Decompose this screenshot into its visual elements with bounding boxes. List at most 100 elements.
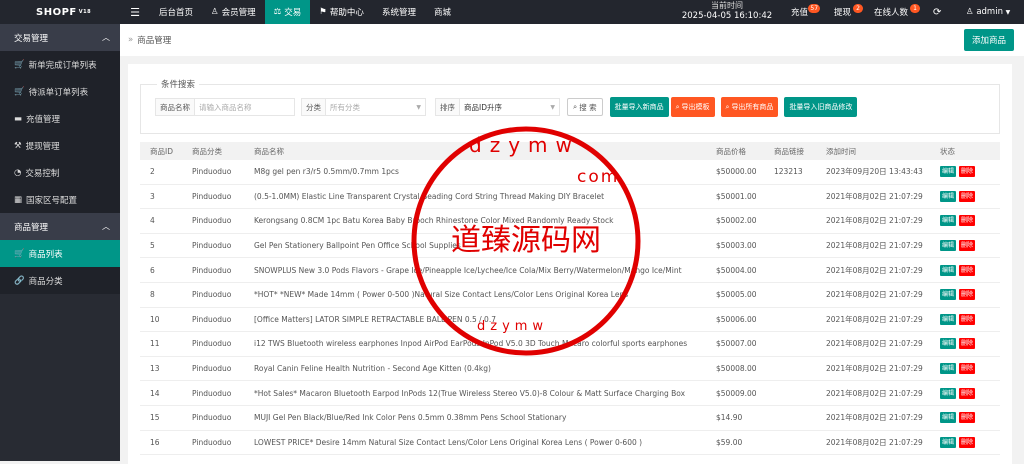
col-header-price: 商品价格 — [716, 146, 746, 156]
edit-button[interactable]: 编辑 — [940, 412, 957, 424]
edit-button[interactable]: 编辑 — [940, 436, 957, 448]
topnav-system[interactable]: 系统管理 — [373, 0, 425, 24]
sidebar: 交易管理 ︿ 🛒 新单完成订单列表 🛒 待派单订单列表 ▬ 充值管理 ⚒ 提现管理 ◔ 交易… — [0, 24, 120, 461]
delete-button[interactable]: 删除 — [959, 289, 976, 301]
edit-button[interactable]: 编辑 — [940, 240, 957, 252]
cell-category: Pinduoduo — [192, 191, 232, 201]
sidebar-item-pending-orders[interactable]: 🛒 待派单订单列表 — [0, 78, 120, 105]
topnav-members[interactable]: ♙ 会员管理 — [202, 0, 265, 24]
cell-id: 11 — [150, 339, 160, 349]
cell-time: 2021年08月02日 21:07:29 — [826, 388, 923, 398]
cell-id: 4 — [150, 216, 155, 226]
logo[interactable]: SHOPF V18 — [0, 0, 120, 24]
cell-id: 14 — [150, 388, 160, 398]
cell-time: 2021年08月02日 21:07:29 — [826, 339, 923, 349]
withdraw-link[interactable]: 提现 2 — [834, 0, 864, 24]
topnav-mall[interactable]: 商城 — [425, 0, 460, 24]
cell-id: 15 — [150, 413, 160, 423]
cell-time: 2021年08月02日 21:07:29 — [826, 216, 923, 226]
edit-button[interactable]: 编辑 — [940, 215, 957, 227]
cell-id: 5 — [150, 241, 155, 251]
user-icon: ♙ — [966, 7, 974, 17]
cell-id: 13 — [150, 364, 160, 374]
cell-category: Pinduoduo — [192, 167, 232, 177]
menu-toggle-icon[interactable]: ☰ — [120, 6, 150, 19]
search-button[interactable]: ⌕ 搜 索 — [567, 98, 603, 116]
cell-price: $50005.00 — [716, 290, 757, 300]
table-row: 5 Pinduoduo Gel Pen Stationery Ballpoint P… — [140, 234, 1000, 259]
sort-select[interactable]: 商品ID升序 ▼ — [460, 98, 560, 116]
sidebar-item-completed-orders[interactable]: 🛒 新单完成订单列表 — [0, 51, 120, 78]
export-all-button[interactable]: ⌕ 导出所有商品 — [720, 97, 779, 117]
user-menu[interactable]: ♙ admin ▼ — [966, 0, 1010, 24]
sidebar-item-trade-control[interactable]: ◔ 交易控制 — [0, 159, 120, 186]
delete-button[interactable]: 删除 — [959, 436, 976, 448]
cell-actions: 编辑 删除 — [930, 215, 1000, 227]
table-row: 4 Pinduoduo Kerongsang 0.8CM 1pc Batu Kore… — [140, 209, 1000, 234]
delete-button[interactable]: 删除 — [959, 313, 976, 325]
edit-button[interactable]: 编辑 — [940, 363, 957, 375]
cell-name: SNOWPLUS New 3.0 Pods Flavors - Grape Ic… — [254, 265, 682, 275]
calendar-icon: ▦ — [14, 194, 23, 205]
filter-legend: 条件搜索 — [157, 78, 200, 90]
delete-button[interactable]: 删除 — [959, 338, 976, 350]
card-icon: ▬ — [14, 113, 23, 124]
cart-icon: 🛒 — [14, 248, 25, 259]
cell-actions: 编辑 删除 — [930, 264, 1000, 276]
recharge-link[interactable]: 充值 57 — [791, 0, 821, 24]
delete-button[interactable]: 删除 — [959, 264, 976, 276]
import-update-button[interactable]: 批量导入旧商品修改 — [784, 97, 858, 117]
chevron-up-icon: ︿ — [102, 222, 110, 231]
cell-category: Pinduoduo — [192, 314, 232, 324]
cell-time: 2021年08月02日 21:07:29 — [826, 265, 923, 275]
sidebar-item-recharge[interactable]: ▬ 充值管理 — [0, 105, 120, 132]
cell-actions: 编辑 删除 — [930, 363, 1000, 375]
sidebar-item-product-list[interactable]: 🛒 商品列表 — [0, 240, 120, 267]
edit-button[interactable]: 编辑 — [940, 338, 957, 350]
add-product-button[interactable]: 添加商品 — [963, 29, 1014, 51]
delete-button[interactable]: 删除 — [959, 215, 976, 227]
delete-button[interactable]: 删除 — [959, 387, 976, 399]
topnav-help[interactable]: ⚑ 帮助中心 — [310, 0, 373, 24]
sidebar-item-country-code[interactable]: ▦ 国家区号配置 — [0, 186, 120, 213]
cell-category: Pinduoduo — [192, 290, 232, 300]
edit-button[interactable]: 编辑 — [940, 190, 957, 202]
import-new-button[interactable]: 批量导入新商品 — [609, 97, 669, 117]
delete-button[interactable]: 删除 — [959, 240, 976, 252]
refresh-icon[interactable]: ⟳ — [933, 0, 941, 24]
col-header-category: 商品分类 — [192, 146, 222, 156]
cell-time: 2021年08月02日 21:07:29 — [826, 437, 923, 447]
table-row: 8 Pinduoduo *HOT* *NEW* Made 14mm ( Power … — [140, 283, 1000, 308]
cell-id: 8 — [150, 290, 155, 300]
table-row: 3 Pinduoduo (0.5-1.0MM) Elastic Line Trans… — [140, 185, 1000, 210]
cell-name: *Hot Sales* Macaron Bluetooth Earpod InP… — [254, 388, 686, 398]
delete-button[interactable]: 删除 — [959, 166, 976, 178]
chevron-down-icon: ▼ — [1005, 8, 1011, 16]
caret-down-icon: ▼ — [550, 103, 555, 111]
product-name-input[interactable]: 请输入商品名称 — [195, 98, 295, 116]
table-row: 14 Pinduoduo *Hot Sales* Macaron Bluetooth… — [140, 381, 1000, 406]
delete-button[interactable]: 删除 — [959, 363, 976, 375]
topnav-trade[interactable]: ⚖ 交易 — [264, 0, 311, 24]
edit-button[interactable]: 编辑 — [940, 313, 957, 325]
cell-actions: 编辑 删除 — [930, 289, 1000, 301]
edit-button[interactable]: 编辑 — [940, 166, 957, 178]
online-users-link[interactable]: 在线人数 1 — [874, 0, 921, 24]
delete-button[interactable]: 删除 — [959, 190, 976, 202]
edit-button[interactable]: 编辑 — [940, 264, 957, 276]
sidebar-group-products[interactable]: 商品管理 ︿ — [0, 213, 120, 240]
topnav-home[interactable]: 后台首页 — [150, 0, 202, 24]
top-nav: 后台首页 ♙ 会员管理 ⚖ 交易 ⚑ 帮助中心 系统管理 商城 — [150, 0, 460, 24]
export-template-button[interactable]: ⌕ 导出模板 — [670, 97, 715, 117]
double-chevron-icon: » — [128, 35, 134, 45]
cell-time: 2023年09月20日 13:43:43 — [826, 167, 923, 177]
edit-button[interactable]: 编辑 — [940, 387, 957, 399]
table-row: 11 Pinduoduo i12 TWS Bluetooth wireless ea… — [140, 332, 1000, 357]
sidebar-item-withdraw[interactable]: ⚒ 提现管理 — [0, 132, 120, 159]
sidebar-item-product-category[interactable]: 🔗 商品分类 — [0, 267, 120, 294]
col-header-time: 添加时间 — [826, 146, 856, 156]
category-select[interactable]: 所有分类 ▼ — [326, 98, 426, 116]
sidebar-group-trade[interactable]: 交易管理 ︿ — [0, 24, 120, 51]
delete-button[interactable]: 删除 — [959, 412, 976, 424]
edit-button[interactable]: 编辑 — [940, 289, 957, 301]
